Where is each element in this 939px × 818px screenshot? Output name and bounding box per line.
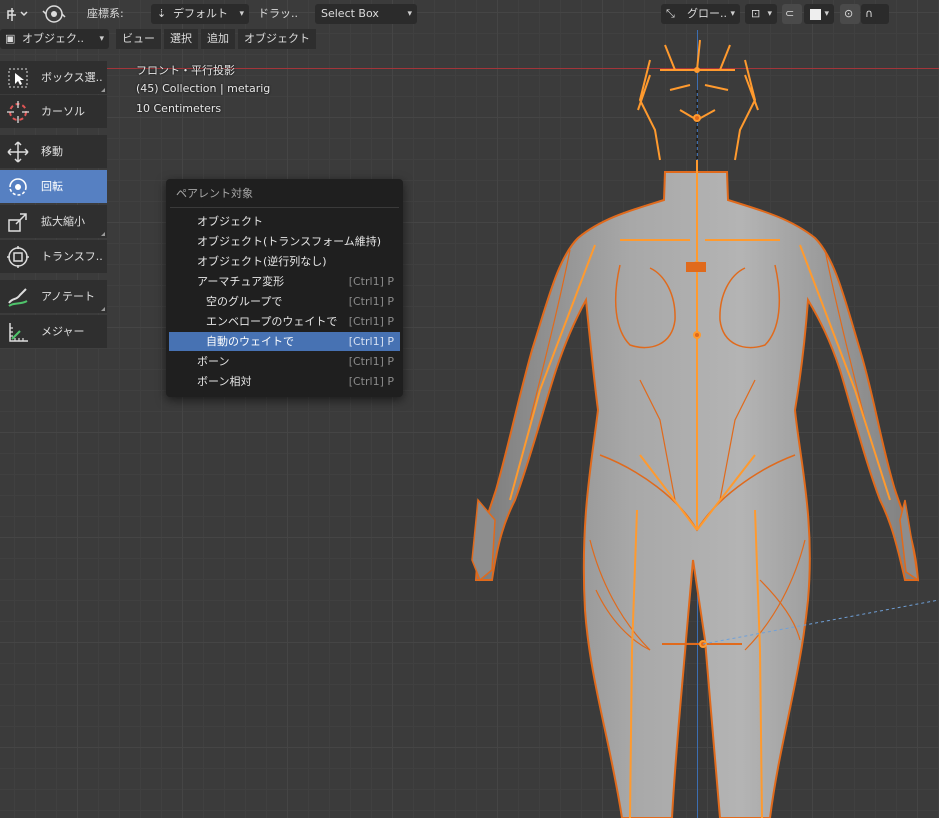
menu-item-bone[interactable]: ボーン [Ctrl1] P: [169, 352, 400, 371]
tool-select-box[interactable]: ボックス選..: [0, 61, 107, 94]
tool-label: トランスフ..: [41, 250, 103, 263]
measure-icon: [9, 323, 28, 342]
menu-item-object-no-inverse[interactable]: オブジェクト(逆行列なし): [169, 252, 400, 271]
drag-label: ドラッ..: [258, 7, 298, 20]
orientation-dropdown[interactable]: ⇣ デフォルト ▾: [151, 4, 249, 24]
mode-dropdown[interactable]: ▣ オブジェク.. ▾: [0, 29, 109, 49]
chevron-down-icon: ▾: [824, 9, 829, 19]
tool-options-corner: [101, 232, 105, 236]
tool-label: 拡大縮小: [41, 215, 85, 228]
select-box-dropdown[interactable]: Select Box ▾: [315, 4, 417, 24]
tool-options-corner: [101, 307, 105, 311]
menu-item-label: ボーン相対: [197, 375, 252, 388]
popup-title: ペアレント対象: [176, 187, 253, 200]
orientation-value: デフォルト: [173, 7, 228, 20]
menu-item-shortcut: [Ctrl1] P: [348, 315, 394, 328]
menu-item-shortcut: [Ctrl1] P: [348, 375, 394, 388]
menu-item-object[interactable]: オブジェクト: [169, 212, 400, 231]
tool-label: アノテート: [41, 290, 96, 303]
cursor-icon: [7, 101, 29, 123]
tool-cursor[interactable]: カーソル: [0, 95, 107, 128]
menu-item-shortcut: [Ctrl1] P: [348, 335, 394, 348]
annotate-icon: [8, 288, 28, 307]
transform-orientation-dropdown[interactable]: ⤡ グロー.. ▾: [661, 4, 740, 24]
rotate-icon: [9, 178, 27, 196]
pivot-point-icon: ⊡: [751, 7, 761, 20]
pivot-dropdown[interactable]: ⊡ ▾: [745, 4, 777, 24]
menu-item-empty-groups[interactable]: 空のグループで [Ctrl1] P: [169, 292, 400, 311]
menu-item-shortcut: [Ctrl1] P: [348, 355, 394, 368]
popup-separator: [170, 207, 399, 208]
orientation-axes-icon: ⤡: [666, 7, 675, 20]
menu-item-label: オブジェクト: [197, 215, 263, 228]
move-icon: [7, 141, 29, 163]
falloff-icon[interactable]: ∩: [861, 4, 889, 24]
tool-options-corner: [101, 88, 105, 92]
menu-item-automatic-weights[interactable]: 自動のウェイトで [Ctrl1] P: [169, 332, 400, 351]
menu-item-label: エンベロープのウェイトで: [206, 315, 338, 328]
scale-info: 10 Centimeters: [136, 102, 222, 115]
chevron-down-icon: ▾: [730, 9, 735, 19]
menu-item-label: アーマチュア変形: [197, 275, 285, 288]
viewport-header: 座標系: ⇣ デフォルト ▾ ドラッ.. Select Box ▾ ⤡ グロー.…: [0, 0, 939, 28]
menu-add[interactable]: 追加: [201, 29, 235, 49]
tool-annotate[interactable]: アノテート: [0, 280, 107, 313]
tool-rotate[interactable]: 回転: [0, 170, 107, 203]
menu-item-envelope-weights[interactable]: エンベロープのウェイトで [Ctrl1] P: [169, 312, 400, 331]
menu-item-label: 空のグループで: [206, 295, 283, 308]
collection-info: (45) Collection | metarig: [136, 82, 271, 95]
chevron-down-icon: ▾: [239, 9, 244, 19]
pivot-icon[interactable]: [42, 3, 66, 23]
object-mode-icon: ▣: [5, 32, 16, 45]
tool-label: メジャー: [41, 325, 85, 338]
tool-scale[interactable]: 拡大縮小: [0, 205, 107, 238]
tool-label: ボックス選..: [41, 71, 103, 84]
menu-item-shortcut: [Ctrl1] P: [348, 275, 394, 288]
view-name: フロント・平行投影: [136, 64, 235, 77]
chevron-down-icon: ▾: [407, 9, 412, 19]
menu-select[interactable]: 選択: [164, 29, 198, 49]
select-box-value: Select Box: [321, 7, 379, 20]
tool-move[interactable]: 移動: [0, 135, 107, 168]
tool-label: カーソル: [41, 105, 85, 118]
chevron-down-icon: ▾: [767, 9, 772, 19]
menu-item-object-keep-transform[interactable]: オブジェクト(トランスフォーム維持): [169, 232, 400, 251]
tool-label: 回転: [41, 180, 63, 193]
parent-menu-popup: ペアレント対象 オブジェクト オブジェクト(トランスフォーム維持) オブジェクト…: [166, 179, 403, 397]
menu-item-bone-relative[interactable]: ボーン相対 [Ctrl1] P: [169, 372, 400, 391]
chevron-down-icon: ▾: [99, 34, 104, 44]
menu-item-label: オブジェクト(トランスフォーム維持): [197, 235, 382, 248]
menu-object[interactable]: オブジェクト: [238, 29, 316, 49]
tool-measure[interactable]: メジャー: [0, 315, 107, 348]
menu-item-armature-deform[interactable]: アーマチュア変形 [Ctrl1] P: [169, 272, 400, 291]
snap-target-dropdown[interactable]: ▾: [804, 4, 834, 24]
menu-view[interactable]: ビュー: [116, 29, 161, 49]
character-mesh[interactable]: [0, 0, 939, 818]
select-box-icon: [8, 68, 28, 88]
transform-gizmo-icon[interactable]: [4, 4, 30, 24]
transform-icon: [7, 246, 29, 268]
mode-value: オブジェク..: [22, 32, 84, 45]
menu-item-label: 自動のウェイトで: [206, 335, 294, 348]
transform-orient-value: グロー..: [687, 7, 727, 20]
menu-item-label: オブジェクト(逆行列なし): [197, 255, 327, 268]
snap-square-icon: [810, 8, 821, 20]
proportional-icon[interactable]: ⊙: [840, 4, 860, 24]
orientation-axes-icon: ⇣: [157, 7, 167, 20]
coord-label: 座標系:: [87, 7, 124, 20]
tool-label: 移動: [41, 145, 63, 158]
tool-transform[interactable]: トランスフ..: [0, 240, 107, 273]
snap-icon[interactable]: ⊂: [782, 4, 802, 24]
menu-item-shortcut: [Ctrl1] P: [348, 295, 394, 308]
menu-item-label: ボーン: [197, 355, 230, 368]
scale-icon: [8, 213, 27, 232]
